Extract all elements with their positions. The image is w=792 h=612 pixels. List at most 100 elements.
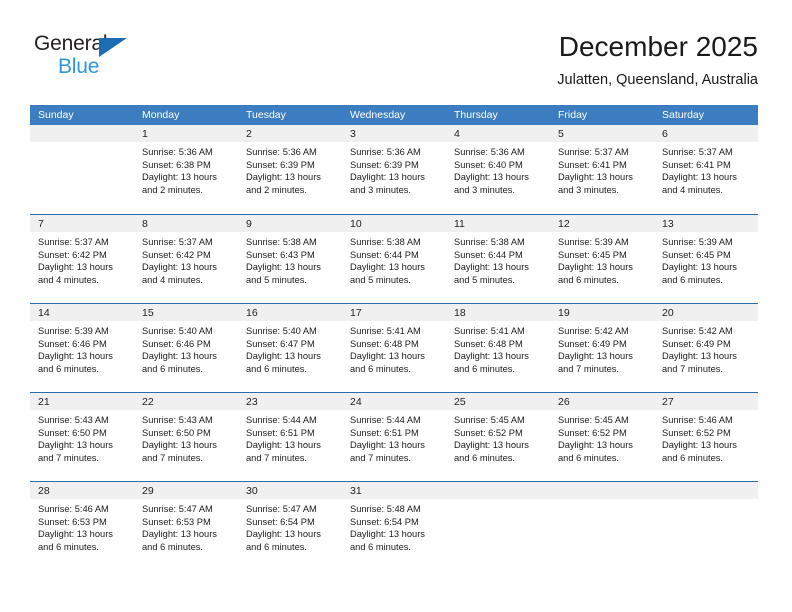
day-cell[interactable]: 1 Sunrise: 5:36 AM Sunset: 6:38 PM Daylight…: [134, 125, 238, 214]
day-cell[interactable]: 9 Sunrise: 5:38 AM Sunset: 6:43 PM Daylight…: [238, 215, 342, 303]
day-cell[interactable]: 21 Sunrise: 5:43 AM Sunset: 6:50 PM Dayligh…: [30, 393, 134, 481]
day-cell[interactable]: 4 Sunrise: 5:36 AM Sunset: 6:40 PM Daylight…: [446, 125, 550, 214]
day-detail-line: and 6 minutes.: [350, 541, 411, 552]
day-detail-line: Sunset: 6:43 PM: [246, 249, 315, 260]
day-detail-line: Sunrise: 5:36 AM: [454, 147, 525, 157]
day-cell[interactable]: 17 Sunrise: 5:41 AM Sunset: 6:48 PM Dayligh…: [342, 304, 446, 392]
day-cell[interactable]: 3 Sunrise: 5:36 AM Sunset: 6:39 PM Daylight…: [342, 125, 446, 214]
day-cell[interactable]: 25 Sunrise: 5:45 AM Sunset: 6:52 PM Dayligh…: [446, 393, 550, 481]
day-number: [550, 482, 654, 499]
day-cell[interactable]: 16 Sunrise: 5:40 AM Sunset: 6:47 PM Dayligh…: [238, 304, 342, 392]
day-detail-line: Daylight: 13 hours: [142, 351, 217, 362]
day-details: Sunrise: 5:37 AM Sunset: 6:41 PM Daylight:…: [550, 142, 654, 196]
day-cell[interactable]: 5 Sunrise: 5:37 AM Sunset: 6:41 PM Daylight…: [550, 125, 654, 214]
day-cell[interactable]: 30 Sunrise: 5:47 AM Sunset: 6:54 PM Dayligh…: [238, 482, 342, 570]
day-cell[interactable]: 18 Sunrise: 5:41 AM Sunset: 6:48 PM Dayligh…: [446, 304, 550, 392]
day-cell[interactable]: 12 Sunrise: 5:39 AM Sunset: 6:45 PM Dayligh…: [550, 215, 654, 303]
day-detail-line: and 5 minutes.: [454, 274, 515, 285]
day-cell[interactable]: 15 Sunrise: 5:40 AM Sunset: 6:46 PM Dayligh…: [134, 304, 238, 392]
day-number: 7: [30, 215, 134, 232]
page-subtitle: Julatten, Queensland, Australia: [557, 72, 758, 88]
day-details: [446, 499, 550, 503]
day-detail-line: Sunset: 6:46 PM: [38, 338, 107, 349]
day-detail-line: Sunrise: 5:39 AM: [558, 237, 629, 247]
day-detail-line: Daylight: 13 hours: [350, 440, 425, 451]
day-detail-line: Sunset: 6:49 PM: [662, 338, 731, 349]
day-detail-line: Sunset: 6:45 PM: [662, 249, 731, 260]
day-detail-line: Sunset: 6:53 PM: [38, 516, 107, 527]
day-detail-line: Sunset: 6:38 PM: [142, 159, 211, 170]
day-number: 8: [134, 215, 238, 232]
day-cell[interactable]: 29 Sunrise: 5:47 AM Sunset: 6:53 PM Dayligh…: [134, 482, 238, 570]
day-details: Sunrise: 5:46 AM Sunset: 6:53 PM Daylight:…: [30, 499, 134, 553]
general-blue-logo[interactable]: General Blue: [34, 32, 164, 82]
day-detail-line: Sunrise: 5:41 AM: [350, 326, 421, 336]
day-cell[interactable]: 26 Sunrise: 5:45 AM Sunset: 6:52 PM Dayligh…: [550, 393, 654, 481]
day-number: 19: [550, 304, 654, 321]
day-detail-line: and 4 minutes.: [142, 274, 203, 285]
day-cell[interactable]: 27 Sunrise: 5:46 AM Sunset: 6:52 PM Dayligh…: [654, 393, 758, 481]
day-cell[interactable]: 8 Sunrise: 5:37 AM Sunset: 6:42 PM Daylight…: [134, 215, 238, 303]
logo-text-general: General: [34, 32, 108, 55]
day-detail-line: Sunset: 6:46 PM: [142, 338, 211, 349]
day-detail-line: Sunrise: 5:37 AM: [142, 237, 213, 247]
weekday-header-thursday: Thursday: [454, 109, 498, 121]
day-cell[interactable]: 6 Sunrise: 5:37 AM Sunset: 6:41 PM Daylight…: [654, 125, 758, 214]
day-cell[interactable]: 11 Sunrise: 5:38 AM Sunset: 6:44 PM Dayligh…: [446, 215, 550, 303]
day-number: 16: [238, 304, 342, 321]
day-number: 18: [446, 304, 550, 321]
day-detail-line: Sunrise: 5:44 AM: [246, 415, 317, 425]
day-number: 2: [238, 125, 342, 142]
day-detail-line: Sunrise: 5:46 AM: [662, 415, 733, 425]
day-cell[interactable]: 23 Sunrise: 5:44 AM Sunset: 6:51 PM Dayligh…: [238, 393, 342, 481]
day-detail-line: Sunset: 6:48 PM: [454, 338, 523, 349]
day-cell[interactable]: 28 Sunrise: 5:46 AM Sunset: 6:53 PM Dayligh…: [30, 482, 134, 570]
day-details: Sunrise: 5:46 AM Sunset: 6:52 PM Daylight:…: [654, 410, 758, 464]
day-details: Sunrise: 5:41 AM Sunset: 6:48 PM Daylight:…: [342, 321, 446, 375]
week-row: 7 Sunrise: 5:37 AM Sunset: 6:42 PM Daylight…: [30, 214, 758, 303]
day-cell[interactable]: 13 Sunrise: 5:39 AM Sunset: 6:45 PM Dayligh…: [654, 215, 758, 303]
day-detail-line: Sunrise: 5:45 AM: [558, 415, 629, 425]
day-detail-line: Sunset: 6:45 PM: [558, 249, 627, 260]
day-cell[interactable]: 19 Sunrise: 5:42 AM Sunset: 6:49 PM Dayligh…: [550, 304, 654, 392]
day-detail-line: Sunset: 6:52 PM: [454, 427, 523, 438]
day-cell[interactable]: 2 Sunrise: 5:36 AM Sunset: 6:39 PM Daylight…: [238, 125, 342, 214]
calendar-weeks: 1 Sunrise: 5:36 AM Sunset: 6:38 PM Daylight…: [30, 125, 758, 570]
day-cell[interactable]: 10 Sunrise: 5:38 AM Sunset: 6:44 PM Dayligh…: [342, 215, 446, 303]
day-detail-line: Sunrise: 5:48 AM: [350, 504, 421, 514]
weekday-header-tuesday: Tuesday: [246, 109, 286, 121]
day-detail-line: and 6 minutes.: [454, 452, 515, 463]
day-cell[interactable]: 7 Sunrise: 5:37 AM Sunset: 6:42 PM Daylight…: [30, 215, 134, 303]
day-detail-line: Daylight: 13 hours: [454, 262, 529, 273]
day-detail-line: Sunrise: 5:36 AM: [142, 147, 213, 157]
day-cell[interactable]: 22 Sunrise: 5:43 AM Sunset: 6:50 PM Dayligh…: [134, 393, 238, 481]
day-cell[interactable]: 24 Sunrise: 5:44 AM Sunset: 6:51 PM Dayligh…: [342, 393, 446, 481]
day-detail-line: Sunset: 6:47 PM: [246, 338, 315, 349]
day-details: Sunrise: 5:45 AM Sunset: 6:52 PM Daylight:…: [446, 410, 550, 464]
day-detail-line: Daylight: 13 hours: [662, 351, 737, 362]
day-number: 3: [342, 125, 446, 142]
day-detail-line: and 6 minutes.: [246, 541, 307, 552]
day-cell[interactable]: 31 Sunrise: 5:48 AM Sunset: 6:54 PM Dayligh…: [342, 482, 446, 570]
day-detail-line: and 7 minutes.: [662, 363, 723, 374]
day-detail-line: Sunset: 6:42 PM: [38, 249, 107, 260]
day-detail-line: Daylight: 13 hours: [454, 351, 529, 362]
day-detail-line: Sunrise: 5:37 AM: [662, 147, 733, 157]
day-number: 14: [30, 304, 134, 321]
day-detail-line: and 7 minutes.: [350, 452, 411, 463]
day-detail-line: Sunrise: 5:39 AM: [662, 237, 733, 247]
day-cell[interactable]: 20 Sunrise: 5:42 AM Sunset: 6:49 PM Dayligh…: [654, 304, 758, 392]
day-detail-line: and 6 minutes.: [350, 363, 411, 374]
day-details: Sunrise: 5:38 AM Sunset: 6:43 PM Daylight:…: [238, 232, 342, 286]
day-detail-line: Sunset: 6:48 PM: [350, 338, 419, 349]
day-cell[interactable]: 14 Sunrise: 5:39 AM Sunset: 6:46 PM Dayligh…: [30, 304, 134, 392]
day-detail-line: Sunset: 6:41 PM: [662, 159, 731, 170]
week-row: 1 Sunrise: 5:36 AM Sunset: 6:38 PM Daylight…: [30, 125, 758, 214]
day-detail-line: and 6 minutes.: [662, 274, 723, 285]
day-detail-line: Sunrise: 5:42 AM: [662, 326, 733, 336]
day-detail-line: Daylight: 13 hours: [142, 440, 217, 451]
day-detail-line: Daylight: 13 hours: [38, 351, 113, 362]
day-detail-line: Sunrise: 5:40 AM: [142, 326, 213, 336]
day-details: Sunrise: 5:48 AM Sunset: 6:54 PM Daylight:…: [342, 499, 446, 553]
week-row: 21 Sunrise: 5:43 AM Sunset: 6:50 PM Dayligh…: [30, 392, 758, 481]
